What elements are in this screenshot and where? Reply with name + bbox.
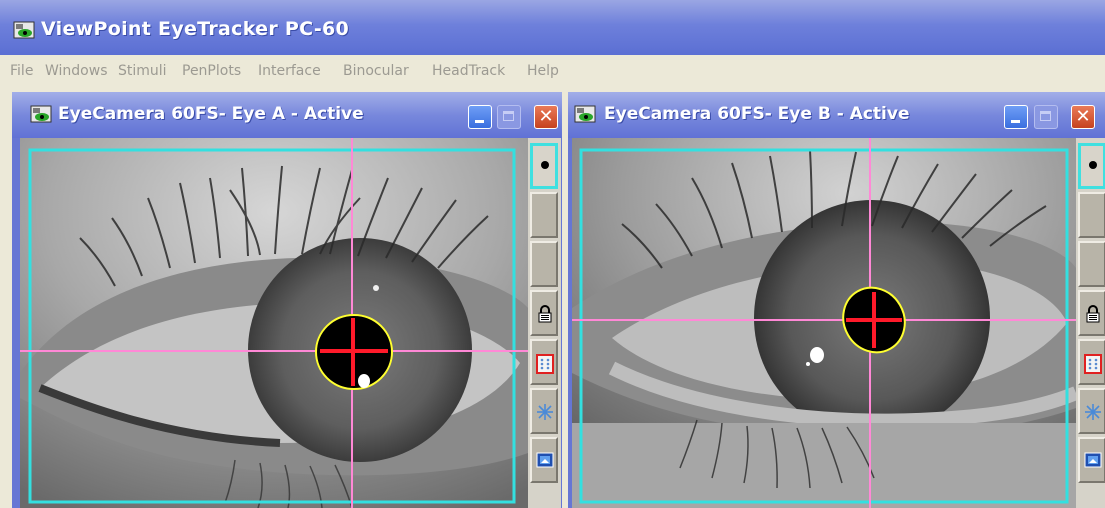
app-title-bar[interactable]: ViewPoint EyeTracker PC-60 — [0, 0, 1105, 55]
eye-b-camera-view[interactable] — [572, 138, 1076, 508]
menu-file[interactable]: File — [10, 63, 33, 79]
window-a-title: EyeCamera 60FS- Eye A - Active — [58, 104, 364, 124]
eye-a-camera-view[interactable] — [20, 138, 528, 508]
app-title: ViewPoint EyeTracker PC-60 — [41, 18, 350, 40]
eyetracker-app-icon — [13, 21, 35, 39]
image-icon[interactable] — [1078, 437, 1105, 483]
eye-a-image — [20, 138, 528, 508]
eye-b-image — [572, 138, 1076, 508]
blank-tool-button[interactable] — [530, 241, 558, 287]
close-button[interactable]: ✕ — [1071, 105, 1095, 129]
window-a-title-bar[interactable]: EyeCamera 60FS- Eye A - Active ✕ — [12, 92, 562, 138]
maximize-button[interactable] — [1034, 105, 1058, 129]
eye-camera-window-b[interactable]: EyeCamera 60FS- Eye B - Active ✕ — [568, 92, 1105, 508]
menu-penplots[interactable]: PenPlots — [182, 63, 241, 79]
window-b-title-bar[interactable]: EyeCamera 60FS- Eye B - Active ✕ — [568, 92, 1105, 138]
freeze-icon[interactable] — [1078, 388, 1105, 434]
menu-binocular[interactable]: Binocular — [343, 63, 409, 79]
eye-camera-window-a[interactable]: EyeCamera 60FS- Eye A - Active ✕ — [12, 92, 562, 508]
lock-icon[interactable] — [530, 290, 558, 336]
menu-windows[interactable]: Windows — [45, 63, 108, 79]
lock-icon[interactable] — [1078, 290, 1105, 336]
grid-icon[interactable] — [1078, 339, 1105, 385]
blank-tool-button[interactable] — [1078, 241, 1105, 287]
blank-tool-button[interactable] — [1078, 192, 1105, 238]
minimize-button[interactable] — [1004, 105, 1028, 129]
tool-strip-a — [528, 138, 561, 508]
pupil-dot-icon[interactable] — [1078, 143, 1105, 189]
close-button[interactable]: ✕ — [534, 105, 558, 129]
menu-stimuli[interactable]: Stimuli — [118, 63, 167, 79]
menu-interface[interactable]: Interface — [258, 63, 321, 79]
menu-help[interactable]: Help — [527, 63, 559, 79]
freeze-icon[interactable] — [530, 388, 558, 434]
tool-strip-b — [1076, 138, 1105, 508]
blank-tool-button[interactable] — [530, 192, 558, 238]
maximize-button[interactable] — [497, 105, 521, 129]
grid-icon[interactable] — [530, 339, 558, 385]
pupil-dot-icon[interactable] — [530, 143, 558, 189]
minimize-button[interactable] — [468, 105, 492, 129]
window-b-title: EyeCamera 60FS- Eye B - Active — [604, 104, 910, 124]
eye-camera-icon — [30, 105, 52, 123]
eye-camera-icon — [574, 105, 596, 123]
image-icon[interactable] — [530, 437, 558, 483]
menu-bar: File Windows Stimuli PenPlots Interface … — [0, 58, 1105, 86]
menu-headtrack[interactable]: HeadTrack — [432, 63, 505, 79]
